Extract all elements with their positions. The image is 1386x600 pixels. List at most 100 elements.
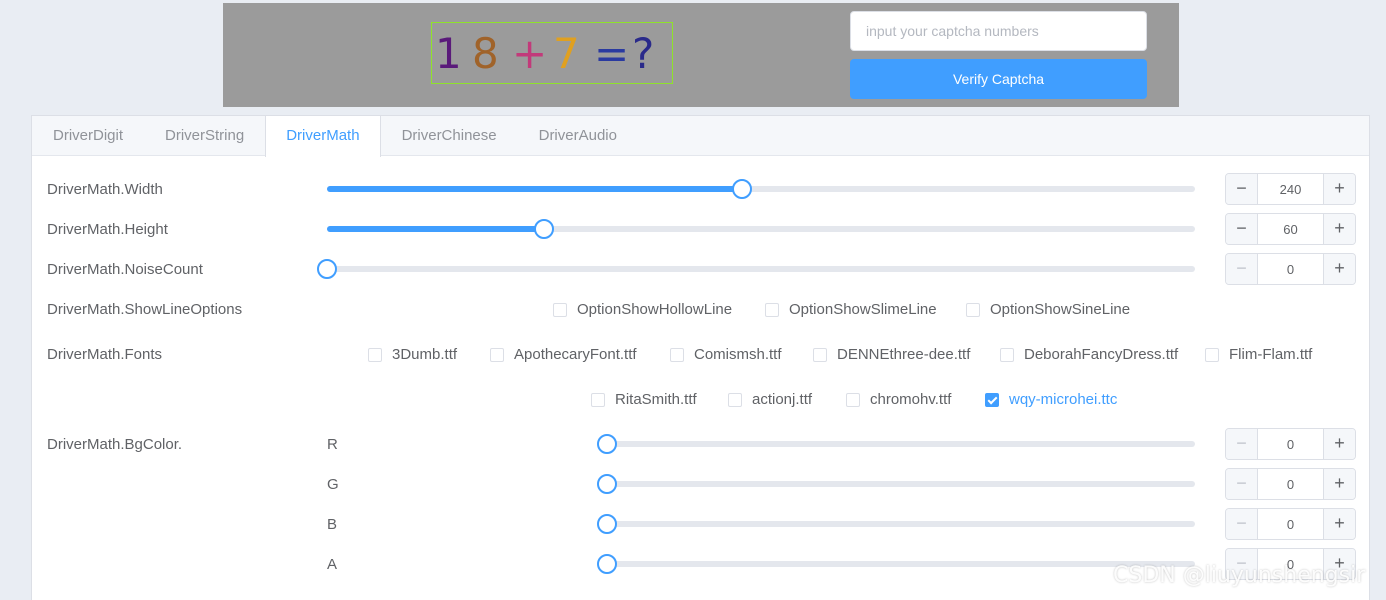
- decrease-button[interactable]: −: [1226, 509, 1258, 539]
- watermark: CSDN @liuyunshengsir: [1113, 563, 1366, 588]
- captcha-image[interactable]: 1 8 + 7 = ?: [431, 22, 673, 84]
- checkbox-label: DeborahFancyDress.ttf: [1024, 346, 1179, 363]
- checkbox-label: wqy-microhei.ttc: [1009, 391, 1118, 408]
- checkbox-box[interactable]: [670, 347, 684, 362]
- checkbox-box[interactable]: [985, 392, 999, 407]
- bgcolor-b-slider[interactable]: [597, 514, 1195, 534]
- width-slider[interactable]: [327, 179, 1195, 199]
- bgcolor-g-stepper: − +: [1225, 468, 1356, 500]
- fonts-label: DriverMath.Fonts: [47, 346, 163, 363]
- slider-handle[interactable]: [597, 474, 617, 494]
- bgcolor-g-value-input[interactable]: [1258, 469, 1323, 499]
- tab-driver-string[interactable]: DriverString: [144, 116, 265, 156]
- checkbox-box[interactable]: [1205, 347, 1219, 362]
- checkbox-font-apothecary[interactable]: ApothecaryFont.ttf: [490, 346, 637, 363]
- checkbox-font-actionj[interactable]: actionj.ttf: [728, 391, 812, 408]
- checkbox-box[interactable]: [368, 347, 382, 362]
- checkbox-label: chromohv.ttf: [870, 391, 952, 408]
- increase-button[interactable]: +: [1323, 429, 1355, 459]
- increase-button[interactable]: +: [1323, 174, 1355, 204]
- noise-count-label: DriverMath.NoiseCount: [47, 261, 203, 278]
- checkbox-label: OptionShowSlimeLine: [789, 301, 937, 318]
- checkbox-font-chromohv[interactable]: chromohv.ttf: [846, 391, 951, 408]
- checkbox-box[interactable]: [490, 347, 504, 362]
- checkbox-font-dennethree[interactable]: DENNEthree-dee.ttf: [813, 346, 970, 363]
- checkbox-font-3dumb[interactable]: 3Dumb.ttf: [368, 346, 457, 363]
- tab-driver-digit[interactable]: DriverDigit: [32, 116, 144, 156]
- slider-handle[interactable]: [597, 514, 617, 534]
- width-label: DriverMath.Width: [47, 181, 163, 198]
- increase-button[interactable]: +: [1323, 469, 1355, 499]
- checkbox-label: RitaSmith.ttf: [615, 391, 697, 408]
- captcha-char: +: [512, 29, 548, 78]
- bgcolor-a-slider[interactable]: [597, 554, 1195, 574]
- increase-button[interactable]: +: [1323, 509, 1355, 539]
- checkbox-sine-line[interactable]: OptionShowSineLine: [966, 301, 1130, 318]
- height-label: DriverMath.Height: [47, 221, 168, 238]
- checkbox-label: Flim-Flam.ttf: [1229, 346, 1313, 363]
- noise-count-value-input[interactable]: [1258, 254, 1323, 284]
- tab-driver-audio[interactable]: DriverAudio: [518, 116, 638, 156]
- checkbox-box[interactable]: [728, 392, 742, 407]
- height-stepper: − +: [1225, 213, 1356, 245]
- slider-handle[interactable]: [731, 179, 752, 199]
- checkbox-box[interactable]: [591, 392, 605, 407]
- noise-count-stepper: − +: [1225, 253, 1356, 285]
- slider-fill: [327, 186, 742, 192]
- checkbox-label: Comismsh.ttf: [694, 346, 782, 363]
- captcha-char: 8: [472, 29, 499, 78]
- decrease-button[interactable]: −: [1226, 214, 1258, 244]
- width-value-input[interactable]: [1258, 174, 1323, 204]
- height-value-input[interactable]: [1258, 214, 1323, 244]
- decrease-button[interactable]: −: [1226, 254, 1258, 284]
- bgcolor-g-label: G: [327, 476, 339, 493]
- slider-handle[interactable]: [534, 219, 554, 239]
- checkbox-box[interactable]: [846, 392, 860, 407]
- decrease-button[interactable]: −: [1226, 174, 1258, 204]
- bgcolor-b-stepper: − +: [1225, 508, 1356, 540]
- decrease-button[interactable]: −: [1226, 469, 1258, 499]
- captcha-char: 7: [553, 29, 580, 78]
- bgcolor-label: DriverMath.BgColor.: [47, 436, 183, 453]
- increase-button[interactable]: +: [1323, 254, 1355, 284]
- checkbox-box[interactable]: [553, 302, 567, 317]
- bgcolor-g-slider[interactable]: [597, 474, 1195, 494]
- checkbox-hollow-line[interactable]: OptionShowHollowLine: [553, 301, 732, 318]
- checkbox-label: ApothecaryFont.ttf: [514, 346, 637, 363]
- increase-button[interactable]: +: [1323, 214, 1355, 244]
- checkbox-box[interactable]: [966, 302, 980, 317]
- captcha-char: 1: [435, 29, 462, 78]
- bgcolor-r-slider[interactable]: [597, 434, 1195, 454]
- checkbox-box[interactable]: [813, 347, 827, 362]
- checkbox-font-comismsh[interactable]: Comismsh.ttf: [670, 346, 782, 363]
- driver-tabs-card: DriverDigit DriverString DriverMath Driv…: [31, 115, 1370, 600]
- checkbox-box[interactable]: [1000, 347, 1014, 362]
- captcha-char: =: [594, 29, 630, 78]
- checkbox-label: OptionShowHollowLine: [577, 301, 733, 318]
- checkbox-font-flimflam[interactable]: Flim-Flam.ttf: [1205, 346, 1312, 363]
- tab-driver-math[interactable]: DriverMath: [265, 116, 381, 157]
- bgcolor-r-value-input[interactable]: [1258, 429, 1323, 459]
- verify-captcha-button[interactable]: Verify Captcha: [850, 59, 1147, 99]
- checkbox-slime-line[interactable]: OptionShowSlimeLine: [765, 301, 937, 318]
- checkbox-box[interactable]: [765, 302, 779, 317]
- show-line-options-label: DriverMath.ShowLineOptions: [47, 301, 243, 318]
- captcha-input[interactable]: [850, 11, 1147, 51]
- bgcolor-b-value-input[interactable]: [1258, 509, 1323, 539]
- slider-handle[interactable]: [597, 554, 617, 574]
- tab-driver-chinese[interactable]: DriverChinese: [381, 116, 518, 156]
- height-slider[interactable]: [327, 219, 1195, 239]
- checkbox-font-wqy-microhei[interactable]: wqy-microhei.ttc: [985, 391, 1117, 408]
- slider-handle[interactable]: [597, 434, 617, 454]
- slider-handle[interactable]: [317, 259, 337, 279]
- checkbox-label: DENNEthree-dee.ttf: [837, 346, 971, 363]
- tabs-header: DriverDigit DriverString DriverMath Driv…: [32, 116, 1369, 157]
- decrease-button[interactable]: −: [1226, 429, 1258, 459]
- checkbox-font-deborah[interactable]: DeborahFancyDress.ttf: [1000, 346, 1178, 363]
- slider-fill: [327, 226, 544, 232]
- bgcolor-r-label: R: [327, 436, 338, 453]
- noise-count-slider[interactable]: [317, 259, 1195, 279]
- checkbox-label: OptionShowSineLine: [990, 301, 1131, 318]
- checkbox-font-ritasmith[interactable]: RitaSmith.ttf: [591, 391, 697, 408]
- bgcolor-b-label: B: [327, 516, 338, 533]
